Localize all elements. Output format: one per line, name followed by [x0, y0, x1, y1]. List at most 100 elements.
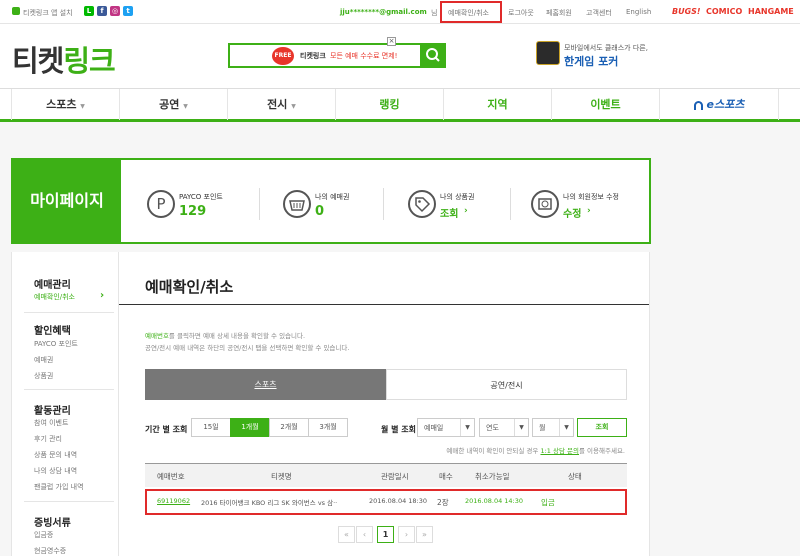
nav-esports[interactable]: e스포츠 — [659, 89, 779, 120]
cancel-deadline: 2016.08.04 14:30 — [465, 497, 524, 505]
instagram-icon[interactable]: ◎ — [110, 6, 120, 16]
consultation-link[interactable]: 1:1 상담 문의 — [540, 447, 579, 455]
divider — [24, 501, 114, 502]
sidebar-section-documents: 증빙서류 — [34, 518, 71, 529]
poker-logo-icon — [536, 41, 560, 65]
chevron-right-icon: › — [100, 290, 105, 301]
twitter-icon[interactable]: t — [123, 6, 133, 16]
app-icon[interactable] — [12, 7, 20, 15]
info-note-1: 예매번호를 클릭하면 예매 상세 내용을 확인할 수 있습니다. — [145, 330, 305, 340]
divider — [383, 188, 384, 220]
facebook-icon[interactable]: f — [97, 6, 107, 16]
main-navigation: 스포츠 ▼ 공연 ▼ 전시 ▼ 랭킹 지역 이벤트 e스포츠 — [0, 88, 800, 122]
tab-performance-exhibition[interactable]: 공연/전시 — [386, 369, 627, 400]
ticket-count: 2장 — [437, 498, 449, 507]
chevron-down-icon: ▼ — [460, 419, 474, 436]
chevron-down-icon: ▼ — [514, 419, 528, 436]
headset-icon — [693, 100, 703, 110]
nav-performance[interactable]: 공연 ▼ — [119, 89, 227, 120]
column-header: 상태 — [568, 472, 582, 481]
tag-icon — [408, 190, 436, 218]
divider — [119, 304, 649, 305]
user-suffix: 님 — [431, 9, 438, 17]
payco-point-label: PAYCO 포인트 — [179, 193, 223, 201]
divider — [259, 188, 260, 220]
ticketlink-logo[interactable]: 티켓링크 — [12, 38, 116, 80]
sidebar-item-reviews[interactable]: 후기 관리 — [34, 434, 62, 444]
help-hint: 예매한 내역이 확인이 안되실 경우 1:1 상담 문의를 이용해주세요. — [446, 445, 625, 455]
member-info-label: 나의 회원정보 수정 — [563, 193, 619, 201]
member-info-value: 수정 — [563, 209, 582, 220]
last-page-button[interactable]: » — [416, 526, 433, 543]
page-title: 예매확인/취소 — [145, 278, 234, 296]
ticket-name: 2016 타이어뱅크 KBO 리그 SK 와이번스 vs 삼·· — [201, 499, 338, 507]
column-header: 티켓명 — [271, 472, 292, 481]
ticket-voucher-value: 0 — [315, 204, 325, 219]
line-icon[interactable]: L — [84, 6, 94, 16]
nav-esports-label: e스포츠 — [706, 98, 745, 111]
search-promo-text: 모든 예매 수수료 면제! — [330, 52, 398, 60]
hangame-logo[interactable]: HANGAME — [748, 7, 794, 16]
nav-sports-label: 스포츠 — [46, 98, 77, 111]
basket-icon — [283, 190, 311, 218]
next-page-button[interactable]: › — [398, 526, 415, 543]
sidebar: 예매관리 예매확인/취소 › 할인혜택 PAYCO 포인트 예매권 상품권 활동… — [11, 252, 118, 556]
close-icon[interactable]: × — [387, 37, 396, 46]
nav-exhibition[interactable]: 전시 ▼ — [227, 89, 335, 120]
sidebar-item-events[interactable]: 참여 이벤트 — [34, 418, 68, 428]
nav-region[interactable]: 지역 — [443, 89, 551, 120]
member-link[interactable]: 페홈회원 — [546, 8, 572, 18]
column-header: 취소가능일 — [475, 472, 510, 481]
sidebar-item-cash-receipt[interactable]: 현금영수증 — [34, 546, 66, 556]
search-input[interactable]: FREE 티켓링크 모든 예매 수수료 면제! × — [228, 37, 446, 68]
logo-text-1: 티켓 — [12, 44, 64, 78]
column-header: 매수 — [439, 472, 453, 481]
sidebar-item-product-inquiries[interactable]: 상품 문의 내역 — [34, 450, 77, 460]
nav-ranking[interactable]: 랭킹 — [335, 89, 443, 120]
table-header: 예매번호 티켓명 관람일시 매수 취소가능일 상태 — [145, 463, 627, 487]
viewing-date: 2016.08.04 18:30 — [369, 497, 428, 505]
year-value: 연도 — [486, 424, 499, 432]
logo-text-2: 링크 — [63, 44, 115, 78]
date-type-select[interactable]: 예매일 ▼ — [417, 418, 475, 437]
logout-link[interactable]: 로그아웃 — [508, 8, 534, 18]
sidebar-item-deposit-receipt[interactable]: 입금증 — [34, 530, 53, 540]
reservation-number-link[interactable]: 69119062 — [157, 497, 190, 505]
comico-logo[interactable]: COMICO — [706, 7, 742, 16]
sidebar-item-consultations[interactable]: 나의 상담 내역 — [34, 466, 77, 476]
tab-sports[interactable]: 스포츠 — [145, 369, 386, 400]
mypage-banner: 마이페이지 P PAYCO 포인트 129 나의 예매권 0 나의 상품권 조회… — [11, 158, 651, 244]
period-15-days-button[interactable]: 15일 — [191, 418, 231, 437]
user-email: jju********@gmail.com — [340, 8, 427, 16]
sidebar-item-fanclub[interactable]: 팬클럽 가입 내역 — [34, 482, 84, 492]
customer-center-link[interactable]: 고객센터 — [586, 8, 612, 18]
app-install-link[interactable]: 티켓링크 앱 설치 — [23, 8, 73, 18]
sidebar-item-gift-card[interactable]: 상품권 — [34, 371, 53, 381]
search-button[interactable] — [420, 43, 446, 68]
nav-performance-label: 공연 — [159, 98, 180, 111]
first-page-button[interactable]: « — [338, 526, 355, 543]
sidebar-item-reservation-check[interactable]: 예매확인/취소 — [34, 292, 75, 302]
period-2-months-button[interactable]: 2개월 — [269, 418, 309, 437]
nav-event[interactable]: 이벤트 — [551, 89, 659, 120]
prev-page-button[interactable]: ‹ — [356, 526, 373, 543]
search-icon — [426, 48, 440, 62]
year-select[interactable]: 연도 ▼ — [479, 418, 529, 437]
table-row: 69119062 2016 타이어뱅크 KBO 리그 SK 와이번스 vs 삼·… — [145, 489, 627, 515]
sidebar-item-voucher[interactable]: 예매권 — [34, 355, 53, 365]
month-value: 월 — [539, 424, 546, 432]
payco-point-value: 129 — [179, 204, 207, 219]
bugs-logo[interactable]: BUGS! — [672, 7, 701, 16]
english-link[interactable]: English — [626, 8, 651, 16]
hint-text-pre: 예매한 내역이 확인이 안되실 경우 — [446, 447, 539, 455]
reservation-check-link[interactable]: 예매확인/취소 — [448, 8, 489, 18]
sidebar-item-payco-point[interactable]: PAYCO 포인트 — [34, 339, 78, 349]
nav-exhibition-label: 전시 — [267, 98, 288, 111]
note-text: 를 클릭하면 예매 상세 내용을 확인할 수 있습니다. — [168, 332, 306, 340]
month-select[interactable]: 월 ▼ — [532, 418, 574, 437]
period-1-month-button[interactable]: 1개월 — [230, 418, 270, 437]
page-button[interactable]: 1 — [377, 526, 394, 543]
nav-sports[interactable]: 스포츠 ▼ — [11, 89, 119, 120]
inquiry-button[interactable]: 조회 — [577, 418, 627, 437]
period-3-months-button[interactable]: 3개월 — [308, 418, 348, 437]
